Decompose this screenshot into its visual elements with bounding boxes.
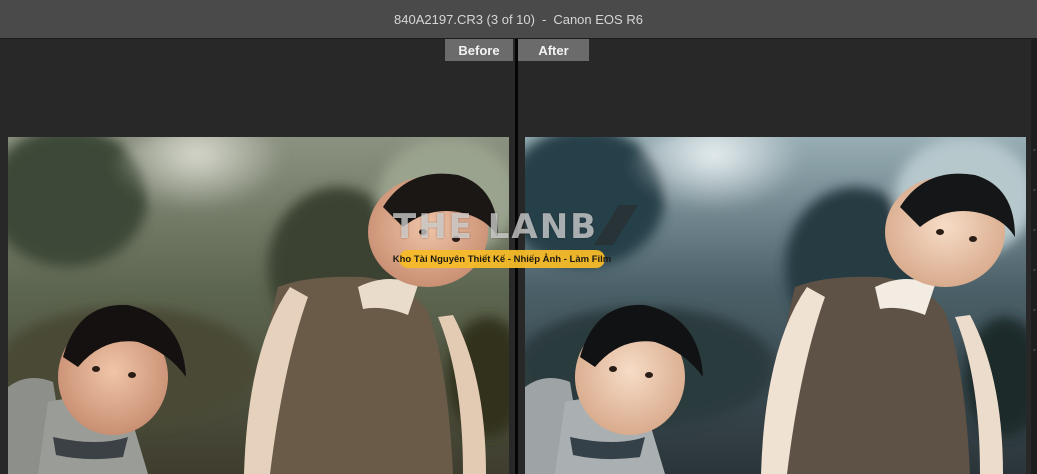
title-separator: - — [541, 11, 547, 27]
before-label-button[interactable]: Before — [445, 39, 513, 61]
after-photo — [525, 137, 1026, 474]
watermark-tagline: Kho Tài Nguyên Thiết Kế - Nhiếp Ảnh - Là… — [393, 250, 611, 268]
camera-model: Canon EOS R6 — [553, 11, 643, 27]
watermark-logo: THE LANB — [393, 207, 599, 247]
watermark: THE LANB Kho Tài Nguyên Thiết Kế - Nhiếp… — [393, 200, 643, 270]
file-name: 840A2197.CR3 (3 of 10) — [394, 11, 535, 27]
right-panel-edge — [1031, 39, 1037, 474]
window-title-bar: 840A2197.CR3 (3 of 10) - Canon EOS R6 — [0, 0, 1037, 39]
before-photo — [8, 137, 509, 474]
after-label-button[interactable]: After — [518, 39, 589, 61]
